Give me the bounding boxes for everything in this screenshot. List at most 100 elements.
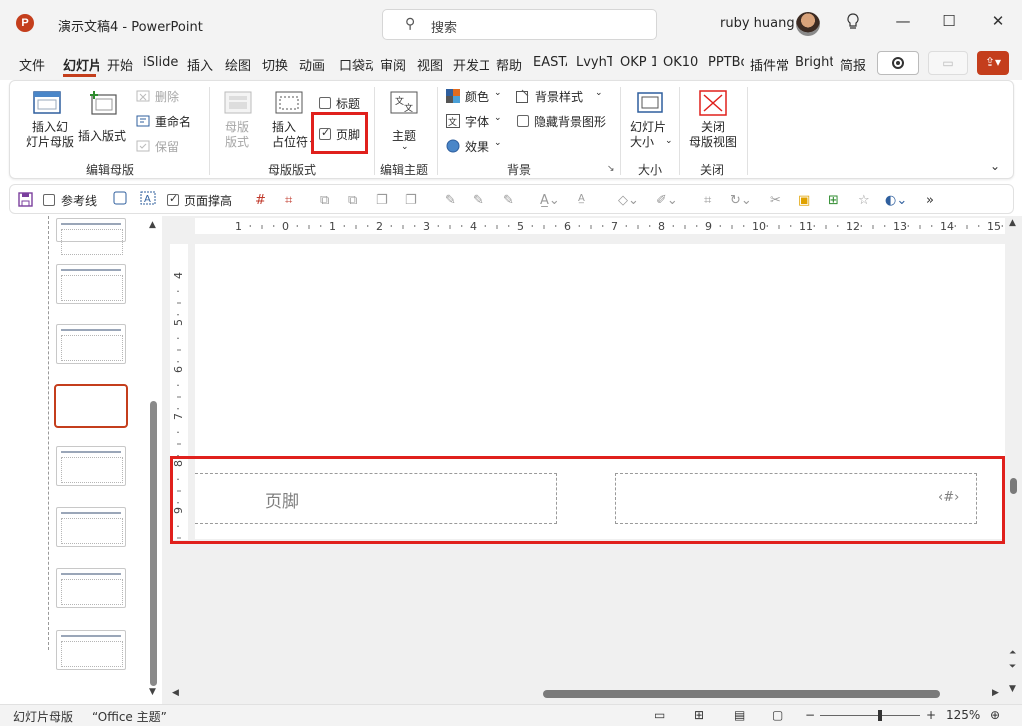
effects-button[interactable]: 效果 ⌄ xyxy=(446,137,510,155)
maximize-button[interactable]: ☐ xyxy=(939,12,959,30)
eyedropper-fill-icon[interactable]: ✎ xyxy=(473,193,484,208)
layout-thumbnail[interactable] xyxy=(56,630,126,670)
colors-button[interactable]: 颜色 ⌄ xyxy=(446,87,510,105)
ungroup-icon[interactable]: ⧉ xyxy=(348,193,357,208)
title-checkbox-box[interactable] xyxy=(319,97,331,109)
layout-thumbnail[interactable] xyxy=(56,446,126,486)
previous-slide-icon[interactable]: ⏶ xyxy=(1009,648,1016,658)
collapse-ribbon-icon[interactable]: ⌄ xyxy=(990,159,1000,173)
scrollbar-thumb[interactable] xyxy=(543,690,940,698)
scroll-right-icon[interactable]: ▶ xyxy=(992,688,999,698)
page-stretch-checkbox[interactable]: 页面撑高 xyxy=(167,192,247,208)
image-icon[interactable]: ▣ xyxy=(798,193,810,208)
zoom-out-button[interactable]: − xyxy=(805,708,815,722)
slide-size-button[interactable]: 幻灯片 大小 ⌄ xyxy=(626,87,674,157)
eyedropper-icon[interactable]: ✎ xyxy=(445,193,456,208)
tab-bright[interactable]: Bright xyxy=(795,55,833,70)
slide-sorter-icon[interactable]: ⊞ xyxy=(694,708,704,722)
text-box-icon[interactable]: A xyxy=(140,191,156,209)
align-center-icon[interactable]: ⌗ xyxy=(285,193,292,208)
tab-plugin[interactable]: 插件常 xyxy=(750,55,788,74)
scrollbar-thumb[interactable] xyxy=(150,401,157,686)
format-painter-icon[interactable]: ✂ xyxy=(770,193,781,208)
tab-slide-master[interactable]: 幻灯片 xyxy=(63,55,99,74)
hide-background-graphics-box[interactable] xyxy=(517,115,529,127)
rename-button[interactable]: 重命名 xyxy=(136,112,206,132)
comment-button[interactable]: ▭ xyxy=(928,51,968,75)
star-icon[interactable]: ☆ xyxy=(858,193,870,208)
tab-draw[interactable]: 绘图 xyxy=(225,55,251,74)
slideshow-icon[interactable]: ▢ xyxy=(772,708,783,722)
grid-icon[interactable]: # xyxy=(255,193,266,208)
send-backward-icon[interactable]: ❐ xyxy=(405,193,417,208)
layout-thumbnail[interactable] xyxy=(56,324,126,364)
layout-thumbnail-selected[interactable] xyxy=(54,384,128,428)
scroll-down-icon[interactable]: ▼ xyxy=(149,687,156,697)
tab-lvyhtools[interactable]: LvyhTools xyxy=(576,55,612,70)
font-color-icon[interactable]: A̲⌄ xyxy=(540,193,560,208)
layout-thumbnail[interactable] xyxy=(56,264,126,304)
save-icon[interactable] xyxy=(18,192,33,211)
next-slide-icon[interactable]: ⏷ xyxy=(1009,662,1016,672)
dialog-launcher-icon[interactable]: ↘ xyxy=(607,164,615,174)
search-box[interactable]: ⚲ 搜索 xyxy=(382,9,657,40)
tab-review[interactable]: 审阅 xyxy=(380,55,406,74)
group-icon[interactable]: ⧉ xyxy=(320,193,329,208)
line-color-icon[interactable]: ✐⌄ xyxy=(656,193,678,208)
scroll-up-icon[interactable]: ▲ xyxy=(1009,218,1016,228)
tab-help[interactable]: 帮助 xyxy=(496,55,522,74)
layout-thumbnail[interactable] xyxy=(56,507,126,547)
lightbulb-icon[interactable] xyxy=(845,13,861,35)
shapes-icon[interactable]: ◐⌄ xyxy=(885,193,907,208)
insert-layout-button[interactable]: 插入版式 xyxy=(76,87,130,157)
thumbnail-scrollbar[interactable]: ▲ ▼ xyxy=(147,220,161,697)
zoom-percent[interactable]: 125% xyxy=(946,708,980,722)
canvas-horizontal-scrollbar[interactable]: ◀ ▶ xyxy=(170,686,1005,702)
layout-thumbnail[interactable] xyxy=(56,568,126,608)
tab-transitions[interactable]: 切换 xyxy=(262,55,288,74)
minimize-button[interactable]: — xyxy=(893,12,913,30)
share-button[interactable]: ⇪▾ xyxy=(977,51,1009,75)
tab-islide[interactable]: iSlide xyxy=(143,55,178,70)
text-format-icon[interactable]: A̲ xyxy=(578,193,585,204)
reading-view-icon[interactable]: ▤ xyxy=(734,708,745,722)
title-checkbox[interactable]: 标题 xyxy=(318,94,378,112)
canvas-vertical-scrollbar[interactable]: ▲ ⏶ ⏷ ▼ xyxy=(1005,218,1022,702)
guides-checkbox[interactable]: 参考线 xyxy=(43,192,113,208)
chart-icon[interactable]: ⊞ xyxy=(828,193,839,208)
tab-okp[interactable]: OKP 1 xyxy=(620,55,656,70)
page-stretch-checkbox-box[interactable] xyxy=(167,192,179,206)
preserve-button[interactable]: 保留 xyxy=(136,137,206,157)
guides-checkbox-box[interactable] xyxy=(43,194,55,206)
tab-briefing[interactable]: 简报 xyxy=(840,55,866,74)
insert-slide-master-button[interactable]: 插入幻 灯片母版 xyxy=(22,87,74,157)
scroll-up-icon[interactable]: ▲ xyxy=(149,220,156,230)
fonts-button[interactable]: 文 字体 ⌄ xyxy=(446,112,510,130)
tab-eastat[interactable]: EASTAT xyxy=(533,55,567,70)
delete-button[interactable]: 删除 xyxy=(136,87,206,107)
zoom-slider[interactable] xyxy=(820,710,920,721)
tab-animations[interactable]: 动画 xyxy=(299,55,325,74)
themes-button[interactable]: 文文 主题 ⌄ xyxy=(382,87,426,157)
tab-insert[interactable]: 插入 xyxy=(187,55,213,74)
tab-view[interactable]: 视图 xyxy=(417,55,443,74)
tab-pocket-animation[interactable]: 口袋动画 xyxy=(339,55,373,74)
crop-icon[interactable]: ⌗ xyxy=(704,193,711,208)
fit-to-window-icon[interactable]: ⊕ xyxy=(990,708,1000,722)
insert-placeholder-button[interactable]: 插入 占位符 ⌄ xyxy=(266,87,316,157)
rotate-icon[interactable]: ↻⌄ xyxy=(730,193,752,208)
tab-pptboost[interactable]: PPTBoost xyxy=(708,55,744,70)
tab-file[interactable]: 文件 xyxy=(19,55,45,74)
rectangle-select-icon[interactable] xyxy=(113,191,127,209)
user-name[interactable]: ruby huang xyxy=(720,16,795,31)
avatar[interactable] xyxy=(796,12,820,36)
zoom-slider-thumb[interactable] xyxy=(878,710,882,721)
bring-forward-icon[interactable]: ❐ xyxy=(376,193,388,208)
hide-background-graphics-checkbox[interactable]: 隐藏背景图形 xyxy=(516,112,616,130)
close-window-button[interactable]: ✕ xyxy=(988,12,1008,30)
master-layout-button[interactable]: 母版 版式 xyxy=(216,87,260,157)
tab-home[interactable]: 开始 xyxy=(107,55,133,74)
background-styles-button[interactable]: 背景样式 ⌄ xyxy=(516,87,610,105)
more-commands-icon[interactable]: » xyxy=(926,193,934,208)
fill-color-icon[interactable]: ◇⌄ xyxy=(618,193,639,208)
